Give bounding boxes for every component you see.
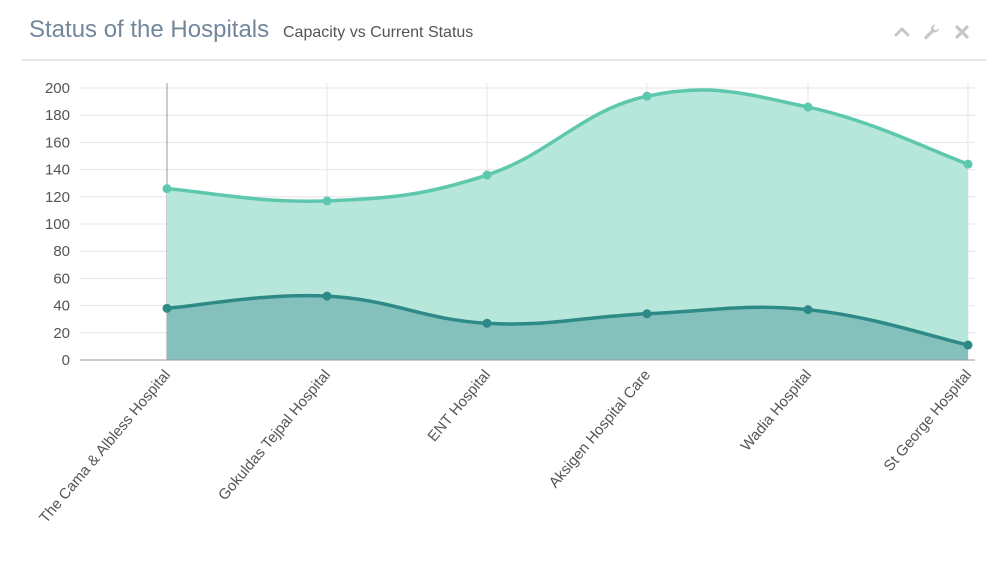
chart-panel: Status of the Hospitals Capacity vs Curr… — [0, 0, 1000, 583]
data-point-current-status — [642, 309, 652, 319]
data-point-capacity — [803, 102, 813, 112]
data-point-current-status — [803, 305, 813, 315]
y-tick-label: 60 — [53, 270, 70, 287]
wrench-icon[interactable] — [922, 22, 942, 42]
y-tick-label: 200 — [45, 80, 70, 97]
x-tick-label: Wadia Hospital — [738, 367, 816, 455]
data-point-current-status — [482, 318, 492, 328]
area-chart: 0 20 40 60 80 100 120 140 160 180 200 The Cama & Al… — [36, 80, 975, 527]
y-tick-label: 180 — [45, 107, 70, 124]
close-icon[interactable] — [952, 22, 972, 42]
y-tick-label: 40 — [53, 298, 70, 315]
data-point-capacity — [963, 159, 973, 169]
chart-area: 0 20 40 60 80 100 120 140 160 180 200 The Cama & Al… — [0, 61, 1000, 583]
data-point-current-status — [322, 291, 332, 301]
y-tick-label: 120 — [45, 189, 70, 206]
panel-tools — [892, 20, 972, 44]
y-tick-label: 0 — [62, 352, 70, 369]
data-point-capacity — [482, 170, 492, 180]
data-point-capacity — [642, 91, 652, 101]
y-tick-label: 20 — [53, 325, 70, 342]
y-tick-label: 160 — [45, 134, 70, 151]
x-tick-label: Gokuldas Tejpal Hospital — [215, 367, 334, 504]
x-tick-label: Aksigen Hospital Care — [546, 367, 654, 492]
panel-subtitle: Capacity vs Current Status — [283, 24, 474, 41]
y-tick-label: 80 — [53, 243, 70, 260]
data-point-current-status — [963, 340, 973, 350]
x-tick-label: ENT Hospital — [424, 367, 494, 445]
data-point-capacity — [162, 184, 172, 194]
panel-header: Status of the Hospitals Capacity vs Curr… — [22, 0, 986, 61]
panel-title: Status of the Hospitals — [29, 16, 270, 43]
y-tick-label: 140 — [45, 162, 70, 179]
data-point-capacity — [322, 196, 332, 206]
x-tick-label: The Cama & Albless Hospital — [36, 367, 174, 527]
y-tick-label: 100 — [45, 216, 70, 233]
data-point-current-status — [162, 303, 172, 313]
chevron-up-icon[interactable] — [892, 22, 912, 42]
x-tick-label: St George Hospital — [881, 367, 975, 475]
